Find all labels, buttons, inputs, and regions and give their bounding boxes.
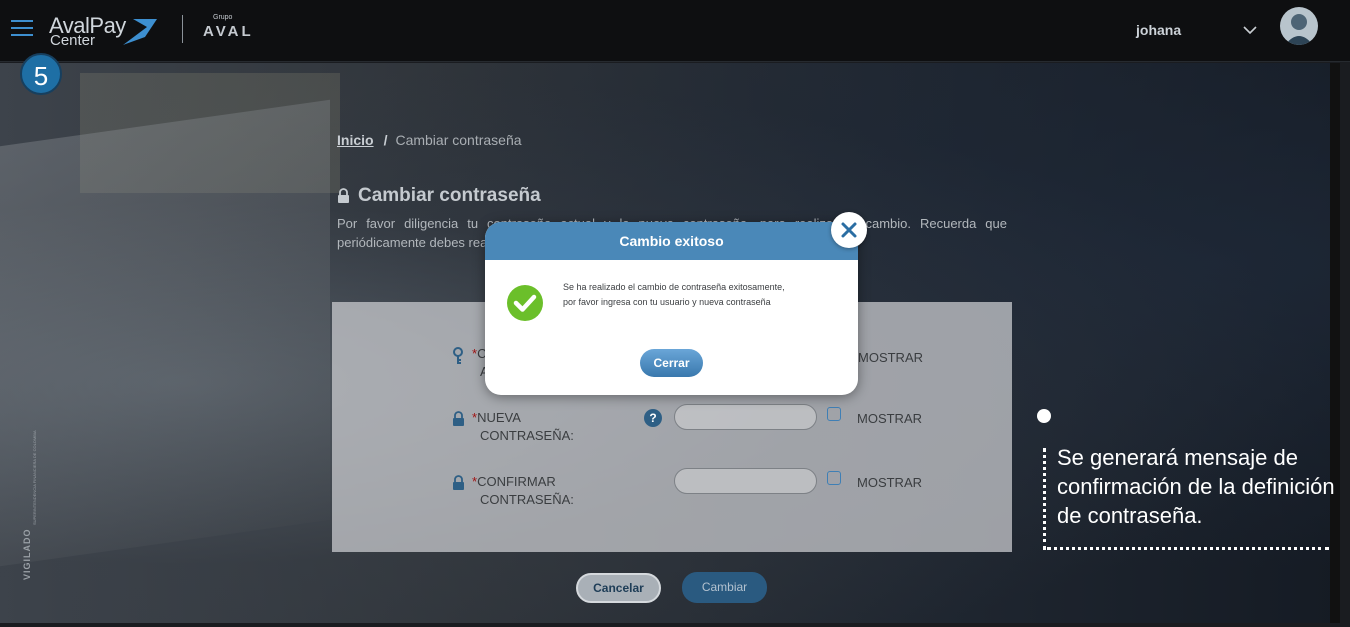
breadcrumb-home-link[interactable]: Inicio [337,132,374,148]
label-line1: CONFIRMAR [477,474,556,489]
key-icon [453,347,463,364]
help-icon[interactable]: ? [644,409,662,427]
breadcrumb: Inicio / Cambiar contraseña [337,132,522,148]
background-edge [1330,63,1340,623]
change-button[interactable]: Cambiar [682,572,767,603]
modal-title: Cambio exitoso [485,222,858,260]
show-confirm-password-label[interactable]: MOSTRAR [857,475,922,490]
close-modal-button[interactable]: Cerrar [640,349,703,377]
label-line2: CONTRASEÑA: [480,492,574,507]
page-title: Cambiar contraseña [337,185,541,207]
check-circle-icon [507,285,543,321]
label-line2: CONTRASEÑA: [480,428,574,443]
confirm-password-label: *CONFIRMAR CONTRASEÑA: [472,473,592,509]
vigilado-badge: VIGILADO SUPERINTENDENCIA FINANCIERA DE … [22,430,52,590]
annotation-horizontal-line [1047,547,1329,550]
aval-label: AVAL [203,23,254,40]
hamburger-menu-icon[interactable] [11,20,33,38]
user-avatar[interactable] [1280,7,1318,45]
modal-message: Se ha realizado el cambio de contraseña … [563,282,785,307]
logo-line2: Center [50,32,96,49]
grupo-label: Grupo [213,14,233,21]
new-password-row: *NUEVA CONTRASEÑA: ? MOSTRAR [452,404,932,459]
step-badge: 5 [20,53,62,95]
annotation-vertical-line [1043,448,1046,550]
cancel-button[interactable]: Cancelar [576,573,661,603]
user-avatar-icon [1285,14,1313,45]
vigilado-small: SUPERINTENDENCIA FINANCIERA DE COLOMBIA [32,430,37,525]
new-password-input[interactable] [674,404,817,430]
padlock-icon [453,411,464,426]
new-password-label: *NUEVA CONTRASEÑA: [472,409,592,445]
lock-icon [338,188,349,203]
confirm-password-input[interactable] [674,468,817,494]
top-header: AvalPay Center Grupo AVAL johana [0,0,1350,62]
vigilado-label: VIGILADO [22,528,32,580]
username-label[interactable]: johana [1136,22,1181,38]
success-modal: Cambio exitoso Se ha realizado el cambio… [485,222,858,395]
close-icon[interactable] [831,212,867,248]
logo-arrow-icon [123,19,157,45]
annotation-dot [1037,409,1051,423]
padlock-icon [453,475,464,490]
label-line1: NUEVA [477,410,521,425]
header-divider [182,15,183,43]
confirm-password-row: *CONFIRMAR CONTRASEÑA: MOSTRAR [452,468,932,523]
avalpay-center-logo[interactable]: AvalPay Center [49,13,164,51]
annotation-text: Se generará mensaje de confirmación de l… [1057,445,1335,528]
show-new-password-label[interactable]: MOSTRAR [857,411,922,426]
close-x-glyph [841,222,857,238]
chevron-down-icon[interactable] [1242,24,1258,36]
show-confirm-password-checkbox[interactable] [827,471,841,485]
show-new-password-checkbox[interactable] [827,407,841,421]
page-title-text: Cambiar contraseña [358,185,541,206]
breadcrumb-current: Cambiar contraseña [395,132,522,148]
show-current-password[interactable]: MOSTRAR [858,350,923,365]
breadcrumb-separator: / [383,132,388,148]
